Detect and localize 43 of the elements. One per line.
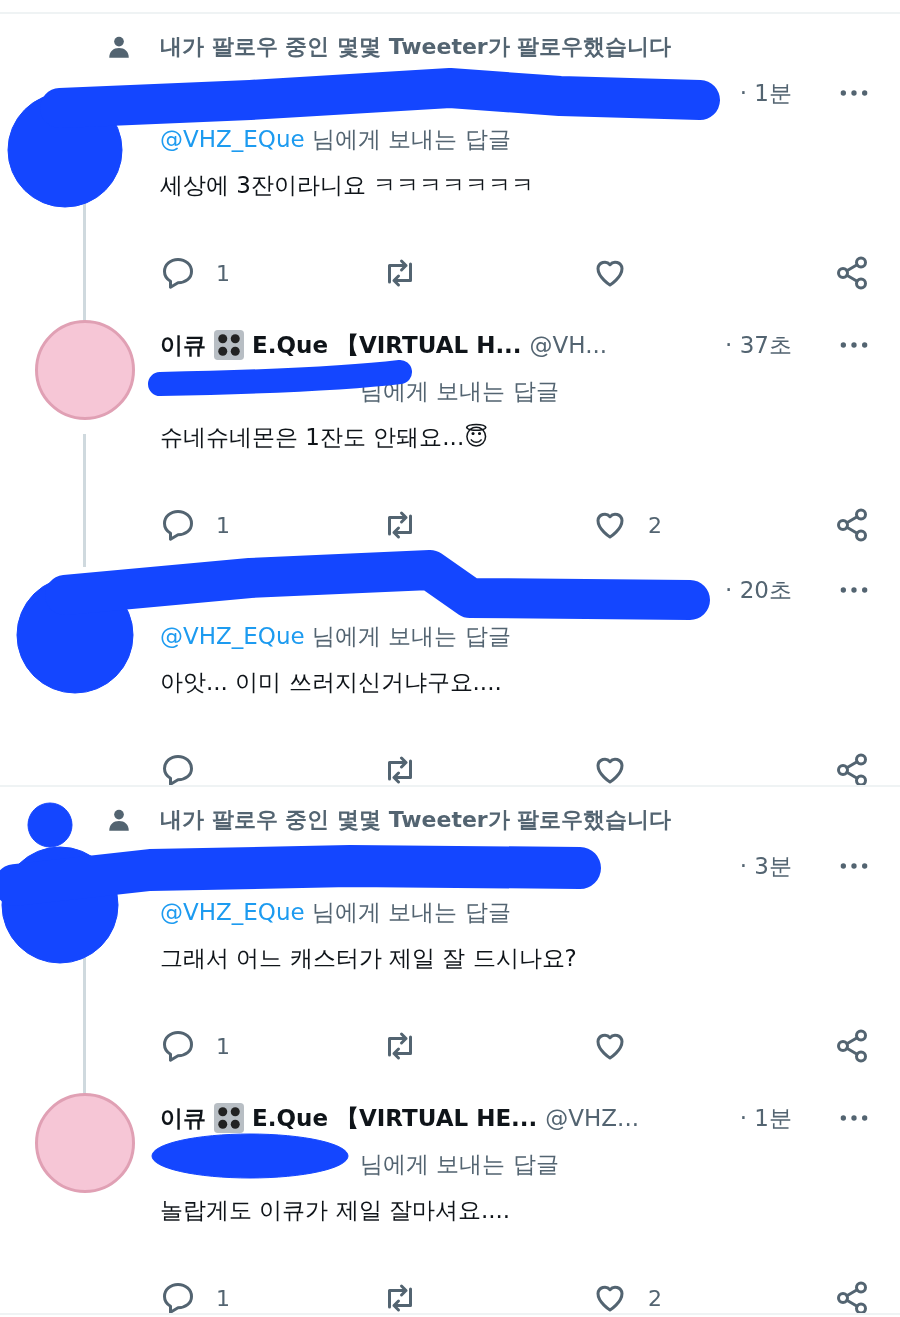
- count: 1: [216, 511, 230, 540]
- count: 2: [648, 511, 662, 540]
- display-name: 이큐: [160, 1103, 206, 1133]
- count: 1: [216, 1032, 230, 1061]
- tweet-text: 세상에 3잔이라니요 ㅋㅋㅋㅋㅋㅋㅋ: [160, 170, 535, 200]
- count: 1: [216, 259, 230, 288]
- user-handle: @VHZ...: [545, 1103, 640, 1133]
- share-icon[interactable]: [834, 1280, 870, 1316]
- reply-icon[interactable]: [160, 752, 196, 788]
- timestamp: · 1분: [739, 1103, 792, 1133]
- reply-icon[interactable]: [160, 507, 196, 543]
- share-icon[interactable]: [834, 752, 870, 788]
- tweet-text: 아앗... 이미 쓰러지신거냐구요....: [160, 667, 502, 697]
- reply-to-text: 님에게 보내는 답글: [360, 376, 559, 406]
- timestamp: · 20초: [725, 575, 792, 605]
- reply-to-text: @VHZ_EQue 님에게 보내는 답글: [160, 124, 511, 154]
- social-context-text: 내가 팔로우 중인 몇몇 Tweeter가 팔로우했습니다: [160, 806, 673, 834]
- display-name: E.Que 【VIRTUAL H...: [252, 330, 522, 360]
- reply-to-text: @VHZ_EQue 님에게 보내는 답글: [160, 621, 511, 651]
- share-icon[interactable]: [834, 255, 870, 291]
- user-handle: @VH...: [529, 330, 608, 360]
- reply-icon[interactable]: [160, 1028, 196, 1064]
- display-name: 이큐: [160, 330, 206, 360]
- share-icon[interactable]: [834, 507, 870, 543]
- person-icon: [106, 807, 132, 833]
- social-context-text: 내가 팔로우 중인 몇몇 Tweeter가 팔로우했습니다: [160, 33, 673, 61]
- display-name: E.Que 【VIRTUAL HE...: [252, 1103, 538, 1133]
- timestamp: · 37초: [725, 330, 792, 360]
- tweet-text: 슈네슈네몬은 1잔도 안돼요...😇: [160, 422, 489, 452]
- knobs-icon: [214, 1103, 244, 1133]
- knobs-icon: [214, 330, 244, 360]
- reply-icon[interactable]: [160, 255, 196, 291]
- timestamp: · 3분: [739, 851, 792, 881]
- person-icon: [106, 34, 132, 60]
- count: 2: [648, 1284, 662, 1313]
- tweet-text: 놀랍게도 이큐가 제일 잘마셔요....: [160, 1195, 511, 1225]
- reply-to-text: @VHZ_EQue 님에게 보내는 답글: [160, 897, 511, 927]
- timestamp: · 1분: [739, 78, 792, 108]
- tweet-text: 그래서 어느 캐스터가 제일 잘 드시나요?: [160, 943, 577, 973]
- reply-icon[interactable]: [160, 1280, 196, 1316]
- count: 1: [216, 1284, 230, 1313]
- reply-to-text: 님에게 보내는 답글: [360, 1149, 559, 1179]
- share-icon[interactable]: [834, 1028, 870, 1064]
